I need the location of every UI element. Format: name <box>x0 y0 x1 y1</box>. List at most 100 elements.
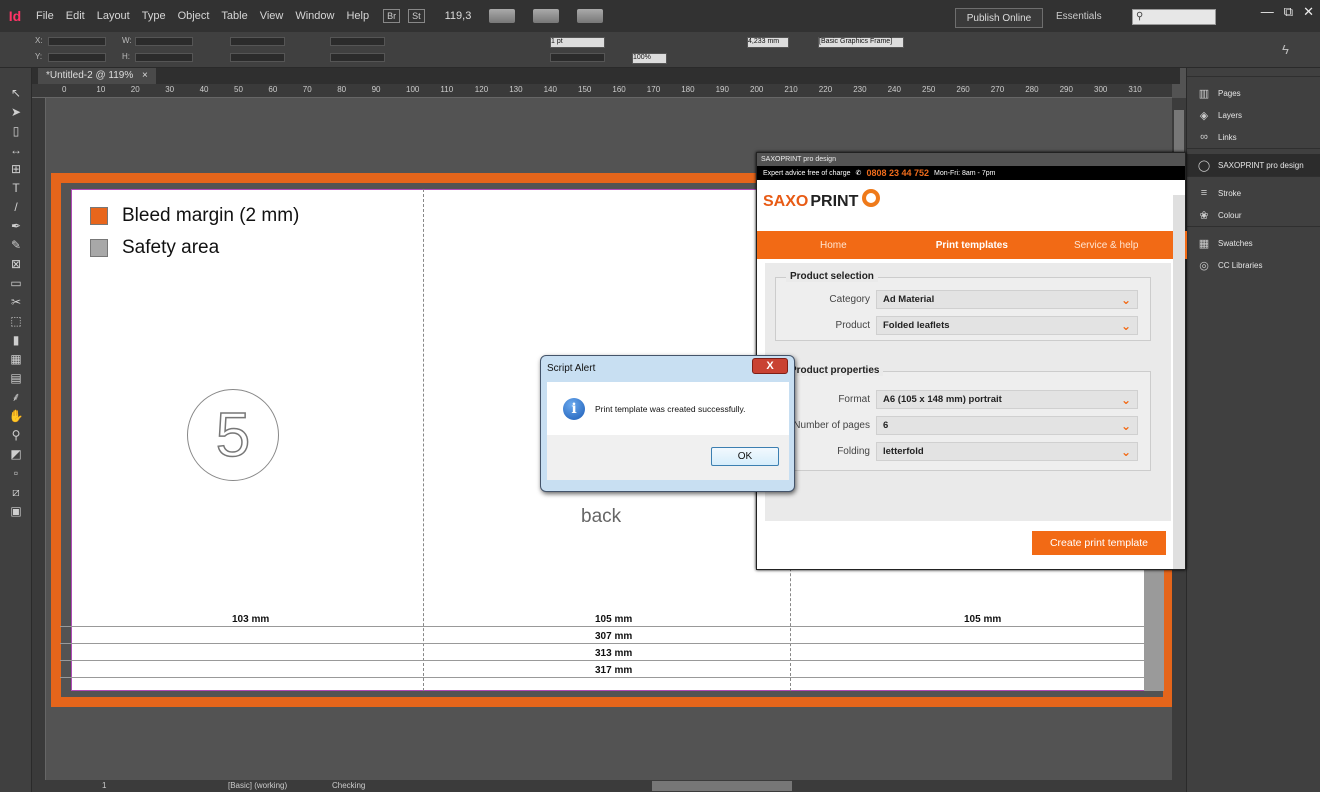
swatches-icon: ▦ <box>1198 237 1210 250</box>
panel-swatches[interactable]: ▦ Swatches <box>1187 232 1320 254</box>
publish-online-button[interactable]: Publish Online <box>955 8 1043 28</box>
panel-cc-libraries[interactable]: ◎ CC Libraries <box>1187 254 1320 276</box>
nav-print-templates[interactable]: Print templates <box>936 240 1008 251</box>
total-width-313: 313 mm <box>595 648 633 659</box>
colour-icon: ❀ <box>1199 209 1209 222</box>
panel-layers[interactable]: ◈ Layers <box>1187 104 1320 126</box>
horizontal-scroll-thumb[interactable] <box>652 781 792 791</box>
pages-select[interactable]: 6 ⌄ <box>876 416 1138 435</box>
rectangle-tool-icon[interactable]: ▭ <box>6 275 26 291</box>
horizontal-ruler[interactable]: 0 10 20 30 40 50 60 70 80 90 100 110 120 130 140 150 160… <box>32 84 1172 98</box>
chevron-down-icon: ⌄ <box>1120 318 1131 333</box>
x-label: X: <box>35 36 43 45</box>
product-select[interactable]: Folded leaflets ⌄ <box>876 316 1138 335</box>
stroke-type-field[interactable] <box>550 53 605 62</box>
page-number-field[interactable]: 1 <box>102 781 106 790</box>
menu-view[interactable]: View <box>254 10 290 22</box>
stroke-weight-field[interactable]: 1 pt <box>550 37 605 48</box>
saxoprint-nav: Home Print templates Service & help <box>757 231 1187 259</box>
bridge-button[interactable]: Br <box>383 9 401 23</box>
screen-mode-icon[interactable] <box>533 9 560 23</box>
menu-layout[interactable]: Layout <box>91 10 136 22</box>
height-field[interactable] <box>135 53 193 62</box>
stroke-offset-field[interactable]: 4,233 mm <box>747 37 789 48</box>
menu-window[interactable]: Window <box>289 10 340 22</box>
restore-button[interactable]: ⧉ <box>1284 4 1293 20</box>
formatting-affects-icon[interactable]: ▫ <box>6 465 26 481</box>
ruler-tick-label: 40 <box>199 85 209 94</box>
document-tab[interactable]: *Untitled-2 @ 119% × <box>38 68 156 84</box>
page-tool-icon[interactable]: ▯ <box>6 123 26 139</box>
eyedropper-tool-icon[interactable]: ⸙ <box>6 389 26 405</box>
width-field[interactable] <box>135 37 193 46</box>
menu-edit[interactable]: Edit <box>60 10 91 22</box>
menu-help[interactable]: Help <box>340 10 375 22</box>
ruler-tick-label: 300 <box>1094 85 1108 94</box>
category-select[interactable]: Ad Material ⌄ <box>876 290 1138 309</box>
info-icon: i <box>563 397 585 420</box>
ruler-tick-label: 120 <box>474 85 489 94</box>
hand-tool-icon[interactable]: ✋ <box>6 408 26 424</box>
opacity-field[interactable]: 100% <box>632 53 667 64</box>
note-tool-icon[interactable]: ▤ <box>6 370 26 386</box>
scissors-tool-icon[interactable]: ✂ <box>6 294 26 310</box>
saxoprint-panel-title[interactable]: SAXOPRINT pro design <box>757 153 1185 166</box>
workspace-switcher[interactable]: Essentials <box>1056 11 1102 22</box>
gradient-feather-tool-icon[interactable]: ▦ <box>6 351 26 367</box>
quick-apply-icon[interactable]: ϟ <box>1282 42 1289 57</box>
ok-button[interactable]: OK <box>711 447 779 466</box>
object-style-select[interactable]: [Basic Graphics Frame] <box>818 37 904 48</box>
nav-home[interactable]: Home <box>820 240 847 251</box>
gradient-swatch-tool-icon[interactable]: ▮ <box>6 332 26 348</box>
scale-y-field[interactable] <box>230 53 285 62</box>
panel-colour[interactable]: ❀ Colour <box>1187 204 1320 226</box>
pen-tool-icon[interactable]: ✒ <box>6 218 26 234</box>
zoom-level-field[interactable]: 119,3 <box>445 10 472 22</box>
view-options-icon[interactable] <box>489 9 516 23</box>
fill-stroke-icon[interactable]: ◩ <box>6 446 26 462</box>
scale-x-field[interactable] <box>230 37 285 46</box>
menu-object[interactable]: Object <box>172 10 216 22</box>
line-tool-icon[interactable]: / <box>6 199 26 215</box>
panel-pages[interactable]: ▥ Pages <box>1187 82 1320 104</box>
alert-footer: OK <box>547 435 789 480</box>
screen-mode-tool-icon[interactable]: ▣ <box>6 503 26 519</box>
preflight-status[interactable]: Checking <box>332 781 365 790</box>
x-field[interactable] <box>48 37 106 46</box>
panel-stroke[interactable]: ≡ Stroke <box>1187 182 1320 204</box>
close-button[interactable]: ✕ <box>1303 4 1314 20</box>
minimize-button[interactable]: — <box>1261 4 1274 20</box>
arrange-documents-icon[interactable] <box>577 9 604 23</box>
menu-type[interactable]: Type <box>136 10 172 22</box>
menu-file[interactable]: File <box>30 10 60 22</box>
rectangle-frame-tool-icon[interactable]: ⊠ <box>6 256 26 272</box>
alert-close-button[interactable]: X <box>752 358 788 374</box>
vertical-ruler[interactable] <box>32 98 46 780</box>
menu-table[interactable]: Table <box>215 10 253 22</box>
gap-tool-icon[interactable]: ↔ <box>6 142 26 158</box>
free-transform-tool-icon[interactable]: ⬚ <box>6 313 26 329</box>
selection-tool-icon[interactable]: ↖ <box>6 85 26 101</box>
panel-stroke-label: Stroke <box>1218 188 1242 198</box>
panel-saxoprint[interactable]: ◯ SAXOPRINT pro design <box>1187 154 1320 176</box>
rotation-field[interactable] <box>330 37 385 46</box>
pages-label: Number of pages <box>793 420 870 431</box>
type-tool-icon[interactable]: T <box>6 180 26 196</box>
stock-button[interactable]: St <box>408 9 425 23</box>
folding-select[interactable]: letterfold ⌄ <box>876 442 1138 461</box>
y-field[interactable] <box>48 53 106 62</box>
panel-colour-label: Colour <box>1218 210 1242 220</box>
search-input[interactable]: ⚲ <box>1132 9 1216 25</box>
direct-selection-tool-icon[interactable]: ➤ <box>6 104 26 120</box>
content-collector-icon[interactable]: ⊞ <box>6 161 26 177</box>
saxoprint-scrollbar[interactable] <box>1173 195 1185 569</box>
nav-service-help[interactable]: Service & help <box>1074 240 1138 251</box>
format-select[interactable]: A6 (105 x 148 mm) portrait ⌄ <box>876 390 1138 409</box>
create-print-template-button[interactable]: Create print template <box>1032 531 1166 555</box>
shear-field[interactable] <box>330 53 385 62</box>
close-tab-icon[interactable]: × <box>142 70 148 81</box>
pencil-tool-icon[interactable]: ✎ <box>6 237 26 253</box>
zoom-tool-icon[interactable]: ⚲ <box>6 427 26 443</box>
apply-none-icon[interactable]: ⧄ <box>6 484 26 500</box>
panel-links[interactable]: ∞ Links <box>1187 126 1320 148</box>
